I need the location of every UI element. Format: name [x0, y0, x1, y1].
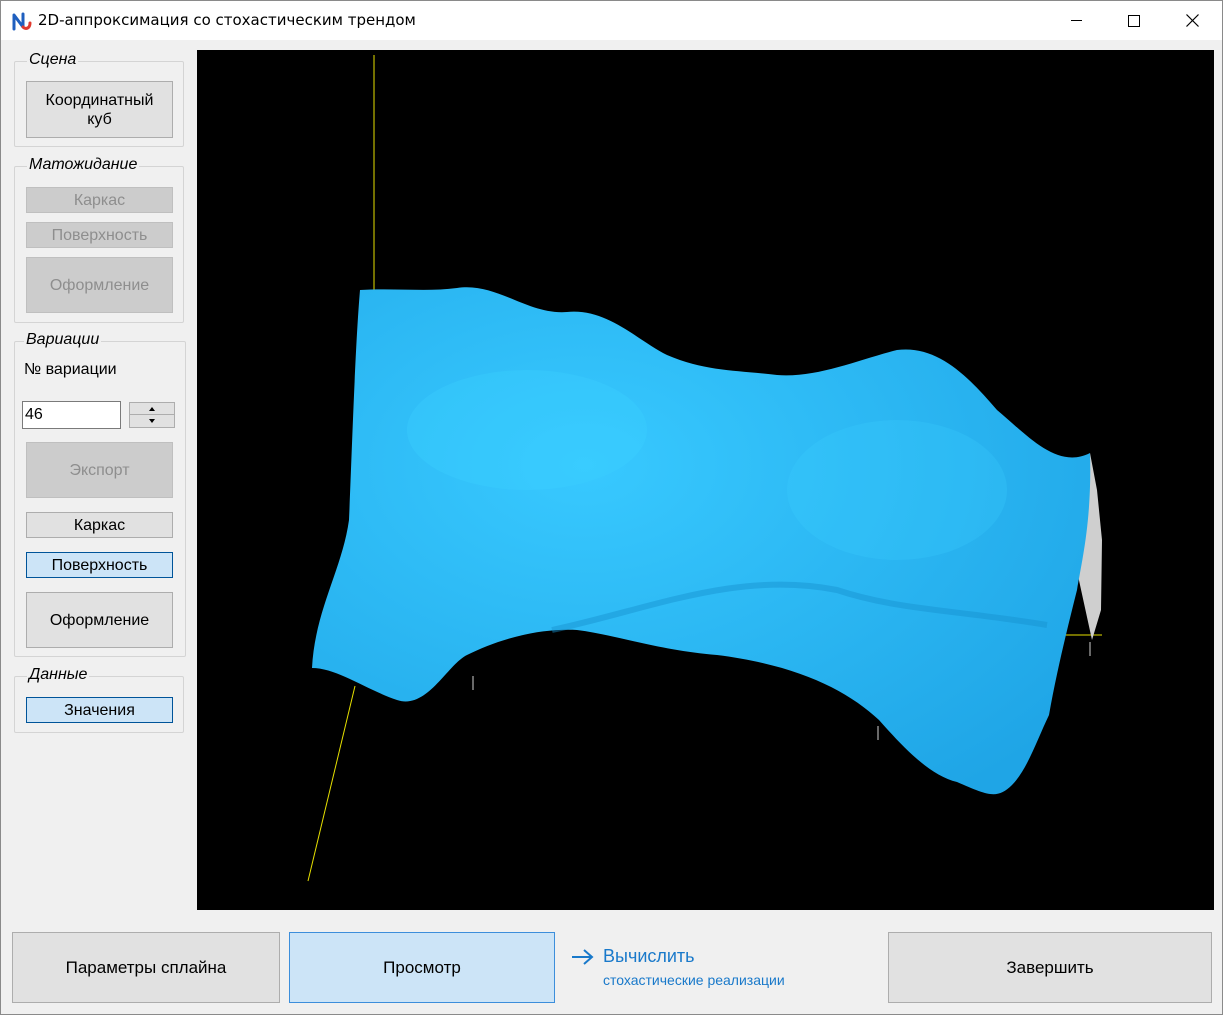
finish-button[interactable]: Завершить: [888, 932, 1212, 1003]
coordinate-cube-button[interactable]: Координатный куб: [26, 81, 173, 138]
depth-axis: [307, 685, 356, 882]
minimize-button[interactable]: [1047, 1, 1105, 40]
3d-viewport[interactable]: [197, 50, 1214, 910]
surface-mesh: [312, 287, 1091, 795]
maximize-button[interactable]: [1105, 1, 1163, 40]
variation-surface-button[interactable]: Поверхность: [26, 552, 173, 578]
scene-group-legend: Сцена: [27, 51, 79, 69]
close-icon: [1185, 14, 1199, 27]
arrow-down-icon: [149, 419, 155, 423]
stepper-up-button[interactable]: [130, 403, 174, 415]
variation-number-stepper[interactable]: [129, 402, 175, 428]
variation-design-button[interactable]: Оформление: [26, 592, 173, 648]
expectation-surface-button[interactable]: Поверхность: [26, 222, 173, 248]
values-button[interactable]: Значения: [26, 697, 173, 723]
stepper-down-button[interactable]: [130, 415, 174, 427]
expectation-frame-button[interactable]: Каркас: [26, 187, 173, 213]
compute-sub-label: стохастические реализации: [603, 972, 785, 988]
variation-number-label: № вариации: [24, 361, 117, 378]
app-logo-icon: [12, 12, 32, 31]
arrow-right-icon: [572, 949, 594, 965]
export-button[interactable]: Экспорт: [26, 442, 173, 498]
shading-highlight: [407, 370, 647, 490]
shading-highlight: [787, 420, 1007, 560]
variations-group-legend: Вариации: [24, 331, 102, 349]
main-window: 2D-аппроксимация со стохастическим тренд…: [0, 0, 1223, 1015]
maximize-icon: [1128, 14, 1140, 27]
variation-number-input[interactable]: [22, 401, 121, 429]
surface-render: [307, 55, 1102, 882]
variation-frame-button[interactable]: Каркас: [26, 512, 173, 538]
minimize-icon: [1070, 20, 1082, 21]
arrow-up-icon: [149, 406, 155, 411]
expectation-design-button[interactable]: Оформление: [26, 257, 173, 313]
spline-params-button[interactable]: Параметры сплайна: [12, 932, 280, 1003]
view-button[interactable]: Просмотр: [289, 932, 555, 1003]
compute-label: Вычислить: [603, 946, 695, 966]
data-group-legend: Данные: [27, 666, 90, 684]
window-title: 2D-аппроксимация со стохастическим тренд…: [38, 11, 416, 29]
title-bar[interactable]: 2D-аппроксимация со стохастическим тренд…: [1, 1, 1222, 40]
expectation-group-legend: Матожидание: [27, 156, 140, 174]
close-button[interactable]: [1163, 1, 1221, 40]
